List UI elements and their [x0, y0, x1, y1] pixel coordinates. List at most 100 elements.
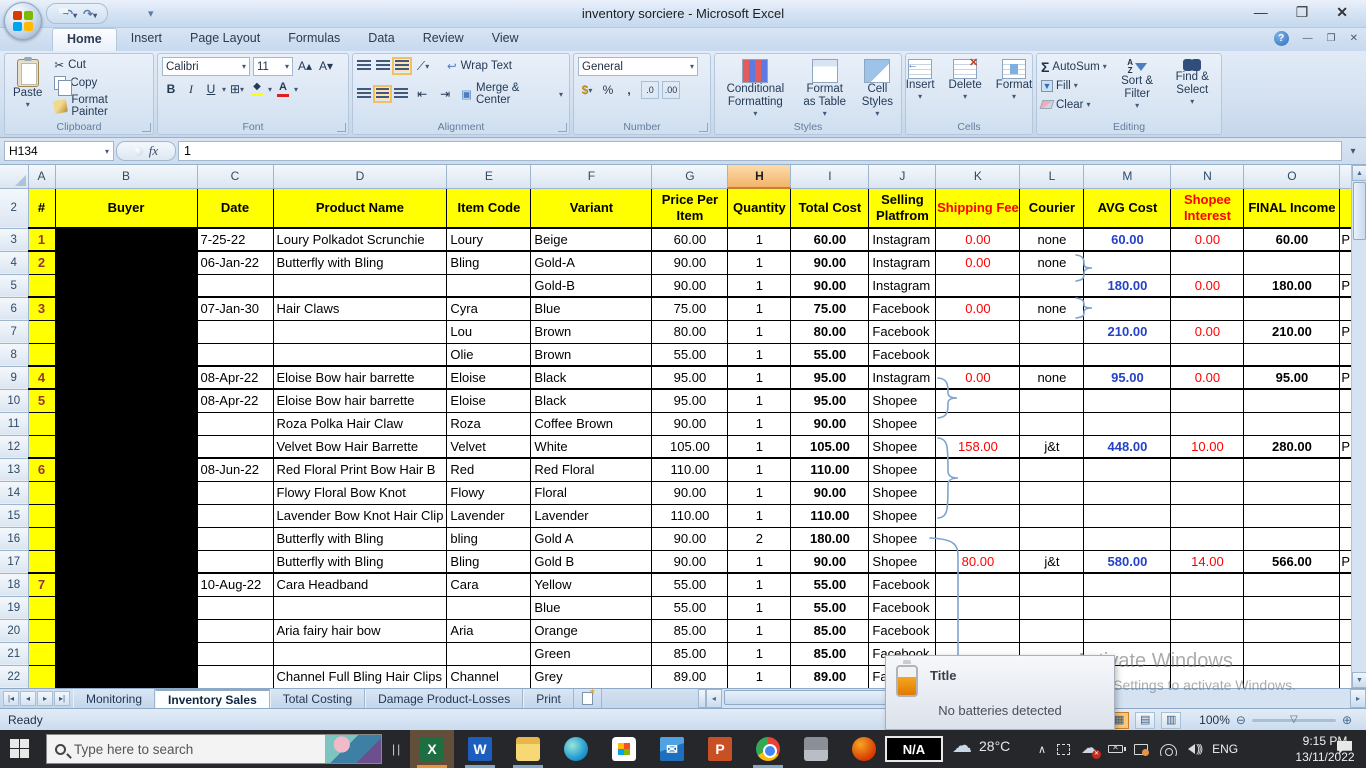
restore-button[interactable]: ❐ [1296, 5, 1309, 19]
cell[interactable]: 60.00 [1243, 228, 1341, 252]
insert-cells-button[interactable]: Insert▾ [902, 57, 939, 103]
grow-font-button[interactable]: A▴ [296, 57, 314, 75]
cell[interactable]: Black [530, 389, 653, 413]
cell[interactable] [1243, 619, 1341, 643]
format-as-table-button[interactable]: Format as Table ▾ [798, 57, 852, 121]
office-button[interactable] [4, 2, 42, 40]
no-battery-icon[interactable] [1108, 743, 1127, 753]
cell[interactable]: 60.00 [651, 228, 729, 252]
comma-style-button[interactable]: , [620, 81, 638, 99]
format-cells-button[interactable]: Format ▾ [992, 57, 1036, 103]
cell[interactable]: Facebook [868, 320, 937, 344]
cell[interactable]: 85.00 [651, 619, 729, 643]
align-bottom-icon[interactable] [392, 57, 412, 75]
cell[interactable]: Shopee [868, 458, 937, 482]
cell[interactable]: 55.00 [651, 596, 729, 620]
cell[interactable] [935, 481, 1021, 505]
cell[interactable]: Roza Polka Hair Claw [273, 412, 448, 436]
cell[interactable]: 85.00 [651, 642, 729, 666]
cell[interactable] [1083, 297, 1172, 321]
taskbar-edge-icon[interactable] [554, 730, 598, 768]
first-sheet-button[interactable]: |◂ [3, 691, 19, 706]
cell[interactable]: Grey [530, 665, 653, 688]
cell[interactable]: 2 [727, 527, 792, 551]
header-cell[interactable]: FINAL Income [1243, 187, 1341, 229]
cell[interactable]: 95.00 [1243, 366, 1341, 390]
cell[interactable]: Gold-A [530, 251, 653, 275]
name-box-dropdown[interactable]: ▾ [105, 147, 109, 156]
cell[interactable]: 1 [727, 458, 792, 482]
cell[interactable]: 1 [727, 665, 792, 688]
row-header-21[interactable]: 21 [0, 642, 29, 666]
column-header-J[interactable]: J [868, 165, 937, 189]
cell[interactable]: 90.00 [651, 412, 729, 436]
cell[interactable]: 90.00 [790, 550, 870, 574]
sheet-tab-monitoring[interactable]: Monitoring [73, 689, 156, 708]
cell[interactable] [1170, 642, 1245, 666]
row-header-8[interactable]: 8 [0, 343, 29, 367]
cell[interactable]: 566.00 [1243, 550, 1341, 574]
cell[interactable]: Shopee [868, 481, 937, 505]
cell[interactable] [1019, 343, 1085, 367]
page-layout-view-button[interactable]: ▤ [1135, 711, 1156, 729]
cell[interactable]: 75.00 [790, 297, 870, 321]
cell[interactable]: Blue [530, 297, 653, 321]
cell[interactable]: Loury Polkadot Scrunchie [273, 228, 448, 252]
cell[interactable]: Eloise [446, 389, 532, 413]
cell[interactable]: Aria [446, 619, 532, 643]
cell[interactable] [27, 619, 56, 643]
header-cell[interactable]: # [27, 187, 56, 229]
cell[interactable] [1083, 343, 1172, 367]
column-header-L[interactable]: L [1019, 165, 1085, 189]
row-header-16[interactable]: 16 [0, 527, 29, 551]
header-cell[interactable]: Total Cost [790, 187, 870, 229]
column-header-H[interactable]: H [727, 165, 792, 189]
row-header-12[interactable]: 12 [0, 435, 29, 459]
cell[interactable] [1019, 481, 1085, 505]
cell[interactable] [197, 527, 274, 551]
cell[interactable] [27, 596, 56, 620]
cell[interactable] [273, 642, 448, 666]
cell[interactable] [1083, 596, 1172, 620]
column-header-E[interactable]: E [446, 165, 532, 189]
cell[interactable] [1170, 665, 1245, 688]
cell[interactable]: 105.00 [651, 435, 729, 459]
cell[interactable]: 08-Apr-22 [197, 389, 274, 413]
cell[interactable] [1243, 596, 1341, 620]
row-header-10[interactable]: 10 [0, 389, 29, 413]
cell[interactable]: Floral [530, 481, 653, 505]
paste-button[interactable]: Paste ▾ [9, 57, 46, 119]
cell[interactable] [935, 389, 1021, 413]
cell[interactable]: 110.00 [651, 458, 729, 482]
cell[interactable] [1019, 573, 1085, 597]
cell[interactable]: Lou [446, 320, 532, 344]
cell[interactable] [1243, 458, 1341, 482]
workbook-minimize-button[interactable]: — [1303, 33, 1313, 44]
cell[interactable]: 0.00 [935, 366, 1021, 390]
select-all-corner[interactable] [0, 165, 29, 189]
header-cell[interactable]: Date [196, 187, 274, 229]
scroll-down-button[interactable]: ▼ [1352, 672, 1366, 688]
cell[interactable]: 90.00 [651, 274, 729, 298]
cell[interactable]: 7-25-22 [197, 228, 274, 252]
cell[interactable]: 1 [727, 481, 792, 505]
taskbar-mail-icon[interactable]: ✉ [650, 730, 694, 768]
cell[interactable]: Shopee [868, 435, 937, 459]
cell[interactable] [1243, 504, 1341, 528]
cell[interactable]: 80.00 [790, 320, 870, 344]
cell[interactable]: 07-Jan-30 [197, 297, 274, 321]
number-dialog-launcher[interactable] [699, 123, 708, 132]
delete-cells-button[interactable]: Delete▾ [945, 57, 986, 103]
cell[interactable]: 60.00 [1083, 228, 1172, 252]
cell[interactable] [1170, 504, 1245, 528]
cell[interactable]: 110.00 [790, 458, 870, 482]
increase-indent-button[interactable]: ⇥ [436, 85, 454, 103]
cell[interactable]: 55.00 [651, 573, 729, 597]
cell[interactable]: bling [446, 527, 532, 551]
align-left-icon[interactable] [357, 88, 371, 100]
cell[interactable]: Shopee [868, 527, 937, 551]
cell[interactable] [27, 320, 56, 344]
cell[interactable]: 90.00 [790, 274, 870, 298]
cell[interactable]: Velvet [446, 435, 532, 459]
cell[interactable] [197, 481, 274, 505]
